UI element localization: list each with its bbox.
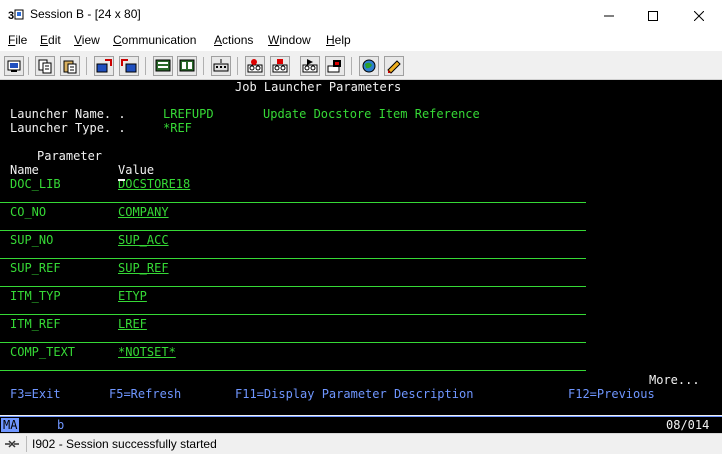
paste-icon <box>63 60 77 74</box>
param-value-field[interactable]: DOCSTORE18 <box>118 177 190 191</box>
launcher-name-label: Launcher Name. . <box>10 107 126 121</box>
toolbar <box>0 53 722 80</box>
connect-button[interactable] <box>359 56 379 76</box>
param-name: SUP_REF <box>10 261 61 275</box>
emulator-window: 3 Session B - [24 x 80] File Edit View C… <box>0 0 722 454</box>
screen-title: Job Launcher Parameters <box>235 80 402 94</box>
macro-button[interactable] <box>325 56 345 76</box>
send-button[interactable] <box>94 56 114 76</box>
menu-help[interactable]: Help <box>326 33 351 47</box>
title-bar: 3 Session B - [24 x 80] <box>0 0 722 31</box>
minimize-icon <box>604 15 614 16</box>
record-macro-icon <box>247 59 263 73</box>
copy-icon <box>38 59 52 74</box>
keypad-icon <box>179 59 195 72</box>
toolbar-separator <box>351 57 352 75</box>
window-title: Session B - [24 x 80] <box>30 7 141 21</box>
app-icon: 3 <box>8 8 24 22</box>
row-divider <box>0 314 586 315</box>
close-button[interactable] <box>676 0 722 31</box>
more-indicator: More... <box>649 373 700 387</box>
toolbar-separator <box>237 57 238 75</box>
fkey-f5-refresh[interactable]: F5=Refresh <box>109 387 181 401</box>
toolbar-separator <box>86 57 87 75</box>
row-divider <box>0 202 586 203</box>
param-value-field[interactable]: SUP_ACC <box>118 233 169 247</box>
globe-connect-icon <box>362 59 376 73</box>
play-macro-icon <box>302 59 318 73</box>
column-value-header: Value <box>118 163 155 177</box>
stop-macro-button[interactable] <box>270 56 290 76</box>
row-divider <box>0 258 586 259</box>
menu-window[interactable]: Window <box>268 33 311 47</box>
oia-cursor-position: 08/014 <box>666 418 710 432</box>
fkey-f3-exit[interactable]: F3=Exit <box>10 387 61 401</box>
menu-view[interactable]: View <box>74 33 100 47</box>
oia-session-indicator: b <box>57 418 65 432</box>
param-name: COMP_TEXT <box>10 345 76 359</box>
row-divider <box>0 230 586 231</box>
param-value-field[interactable]: SUP_REF <box>118 261 169 275</box>
row-divider <box>0 286 586 287</box>
display-icon <box>155 59 171 72</box>
menu-actions[interactable]: Actions <box>214 33 253 47</box>
toolbar-separator <box>145 57 146 75</box>
maximize-button[interactable] <box>630 0 676 31</box>
menu-edit[interactable]: Edit <box>40 33 61 47</box>
paste-button[interactable] <box>60 56 80 76</box>
text-cursor <box>118 179 125 181</box>
minimize-button[interactable] <box>586 0 632 31</box>
menu-communication[interactable]: Communication <box>113 33 196 47</box>
toolbar-separator <box>28 57 29 75</box>
param-name: DOC_LIB <box>10 177 61 191</box>
svg-text:3: 3 <box>8 10 14 22</box>
keyboard-button[interactable] <box>211 56 231 76</box>
launcher-type-value: *REF <box>163 121 192 135</box>
launcher-name-value: LREFUPD <box>163 107 214 121</box>
param-value-field[interactable]: LREF <box>118 317 147 331</box>
status-bar: I902 - Session successfully started <box>0 433 722 454</box>
keypad-button[interactable] <box>177 56 197 76</box>
receive-button[interactable] <box>119 56 139 76</box>
status-message: I902 - Session successfully started <box>32 437 217 451</box>
fkey-f11-display-description[interactable]: F11=Display Parameter Description <box>235 387 473 401</box>
connection-status-icon <box>5 440 19 448</box>
terminal-screen[interactable]: Job Launcher Parameters Launcher Name. .… <box>0 80 722 415</box>
status-divider <box>26 436 27 452</box>
copy-button[interactable] <box>35 56 55 76</box>
param-name: ITM_REF <box>10 317 61 331</box>
row-divider <box>0 342 586 343</box>
close-icon <box>694 10 704 21</box>
launcher-type-label: Launcher Type. . <box>10 121 126 135</box>
pencil-icon <box>387 60 401 74</box>
display-button[interactable] <box>153 56 173 76</box>
print-screen-icon <box>7 60 21 72</box>
launcher-description: Update Docstore Item Reference <box>263 107 480 121</box>
receive-file-icon <box>121 59 137 73</box>
param-value-field[interactable]: *NOTSET* <box>118 345 176 359</box>
row-divider <box>0 370 586 371</box>
param-name: ITM_TYP <box>10 289 61 303</box>
stop-macro-icon <box>272 59 288 73</box>
menu-bar: File Edit View Communication Actions Win… <box>0 31 722 51</box>
keyboard-icon <box>213 59 229 72</box>
toolbar-separator <box>203 57 204 75</box>
record-macro-button[interactable] <box>245 56 265 76</box>
operator-info-area: MA b 08/014 <box>0 416 722 433</box>
param-value-field[interactable]: ETYP <box>118 289 147 303</box>
column-parameter-header: Parameter <box>37 149 103 163</box>
customize-button[interactable] <box>384 56 404 76</box>
param-name: SUP_NO <box>10 233 54 247</box>
param-value-field[interactable]: COMPANY <box>118 205 169 219</box>
oia-mode-indicator: MA <box>1 418 20 432</box>
play-macro-button[interactable] <box>300 56 320 76</box>
fkey-f12-previous[interactable]: F12=Previous <box>568 387 655 401</box>
param-name: CO_NO <box>10 205 47 219</box>
menu-file[interactable]: File <box>8 33 27 47</box>
column-name-header: Name <box>10 163 39 177</box>
maximize-icon <box>648 10 658 21</box>
macro-icon <box>327 60 341 73</box>
print-screen-button[interactable] <box>4 56 24 76</box>
send-file-icon <box>96 59 112 73</box>
